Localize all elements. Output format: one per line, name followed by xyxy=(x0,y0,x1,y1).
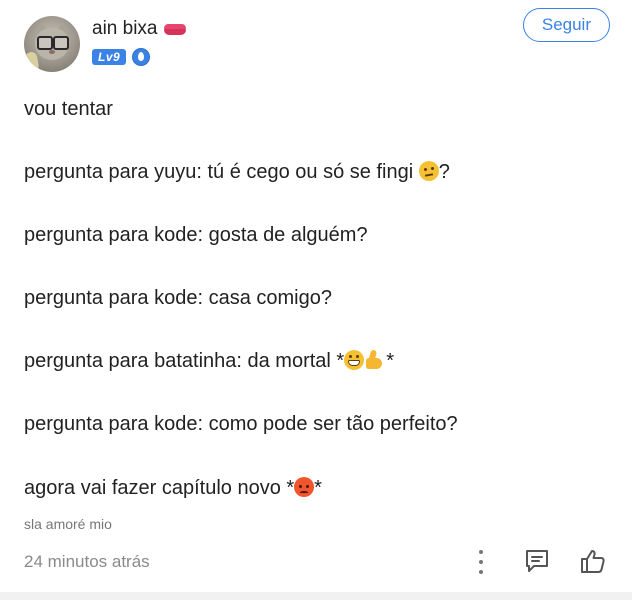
comment-icon[interactable] xyxy=(524,548,550,574)
thinking-face-icon xyxy=(418,161,439,181)
author-name[interactable]: ain bixa xyxy=(92,18,186,40)
post-line: pergunta para kode: casa comigo? xyxy=(24,285,332,311)
post-line-text: agora vai fazer capítulo novo * xyxy=(24,477,295,499)
post-caption: sla amoré mio xyxy=(24,516,112,532)
post-line-text: pergunta para batatinha: da mortal * xyxy=(24,350,345,372)
post-timestamp: 24 minutos atrás xyxy=(24,552,150,571)
author-name-text[interactable]: ain bixa xyxy=(92,18,158,40)
post-line: pergunta para kode: como pode ser tão pe… xyxy=(24,411,458,437)
post-line: pergunta para batatinha: da mortal * * xyxy=(24,348,394,374)
level-badge: Lv9 xyxy=(92,49,127,65)
post-line-text: pergunta para yuyu: tú é cego ou só se f… xyxy=(24,161,419,183)
post-line-text: pergunta para kode: casa comigo? xyxy=(24,287,332,309)
post-line: agora vai fazer capítulo novo * * xyxy=(24,475,322,501)
avatar[interactable] xyxy=(24,16,80,72)
author-badges: Lv9 xyxy=(92,48,151,66)
grinning-face-icon xyxy=(344,350,365,370)
post-line-text: pergunta para kode: como pode ser tão pe… xyxy=(24,413,458,435)
post-header: ain bixa Lv9 Seguir xyxy=(24,8,610,76)
post-line: pergunta para yuyu: tú é cego ou só se f… xyxy=(24,159,450,185)
post-line: pergunta para kode: gosta de alguém? xyxy=(24,222,368,248)
post-line-suffix: * xyxy=(314,477,322,499)
thumbs-up-emoji-icon xyxy=(364,350,386,370)
follow-button[interactable]: Seguir xyxy=(522,8,610,42)
post-line: vou tentar xyxy=(24,96,113,122)
post-line-text: vou tentar xyxy=(24,98,113,120)
post-line-text: pergunta para kode: gosta de alguém? xyxy=(24,224,368,246)
angry-face-icon xyxy=(294,477,315,497)
post-line-suffix: ? xyxy=(438,161,450,183)
bottom-divider xyxy=(0,592,632,600)
more-vertical-icon[interactable] xyxy=(474,550,488,574)
post-line-suffix: * xyxy=(386,350,395,372)
lips-icon xyxy=(163,23,186,35)
shield-icon xyxy=(132,48,151,66)
thumbs-up-icon[interactable] xyxy=(580,548,606,574)
